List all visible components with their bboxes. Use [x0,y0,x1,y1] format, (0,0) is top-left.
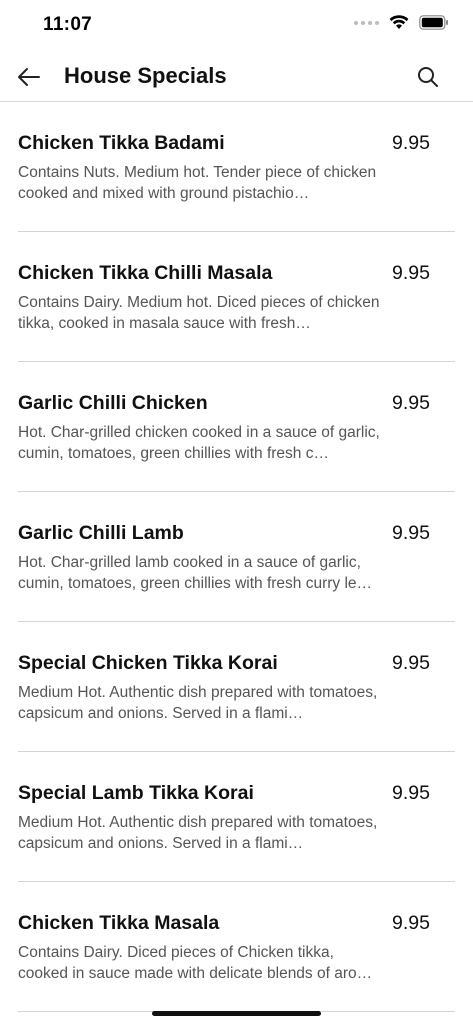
cellular-signal-icon [354,20,379,25]
item-price: 9.95 [392,912,430,934]
menu-item[interactable]: Garlic Chilli Lamb 9.95 Hot. Char-grille… [18,492,455,622]
item-price: 9.95 [392,262,430,284]
item-name: Garlic Chilli Lamb [18,522,184,544]
menu-item[interactable]: Garlic Chilli Chicken 9.95 Hot. Char-gri… [18,362,455,492]
item-name: Special Lamb Tikka Korai [18,782,254,804]
home-indicator[interactable] [152,1011,321,1016]
item-description: Hot. Char-grilled chicken cooked in a sa… [18,424,380,462]
item-name: Chicken Tikka Badami [18,132,225,154]
item-price: 9.95 [392,652,430,674]
battery-icon [419,15,449,30]
back-button[interactable] [14,62,44,92]
status-icons [354,15,449,30]
item-price: 9.95 [392,132,430,154]
item-price: 9.95 [392,392,430,414]
item-description: Contains Dairy. Medium hot. Diced pieces… [18,294,380,332]
item-name: Garlic Chilli Chicken [18,392,208,414]
menu-item[interactable]: Chicken Tikka Chilli Masala 9.95 Contain… [18,232,455,362]
item-name: Special Chicken Tikka Korai [18,652,278,674]
item-name: Chicken Tikka Chilli Masala [18,262,273,284]
item-description: Medium Hot. Authentic dish prepared with… [18,684,378,722]
menu-item[interactable]: Chicken Tikka Badami 9.95 Contains Nuts.… [18,102,455,232]
item-description: Contains Dairy. Diced pieces of Chicken … [18,944,373,982]
wifi-icon [389,15,409,30]
status-time: 11:07 [43,14,93,35]
item-price: 9.95 [392,522,430,544]
arrow-left-icon [18,68,40,86]
menu-item[interactable]: Chicken Tikka Masala 9.95 Contains Dairy… [18,882,455,1012]
menu-list: Chicken Tikka Badami 9.95 Contains Nuts.… [0,102,473,1012]
item-name: Chicken Tikka Masala [18,912,220,934]
status-bar: 11:07 [0,0,473,50]
search-button[interactable] [413,62,443,92]
page-title: House Specials [64,63,227,88]
item-description: Medium Hot. Authentic dish prepared with… [18,814,378,852]
nav-bar: House Specials [0,52,473,102]
menu-item[interactable]: Special Chicken Tikka Korai 9.95 Medium … [18,622,455,752]
item-description: Contains Nuts. Medium hot. Tender piece … [18,164,377,202]
item-description: Hot. Char-grilled lamb cooked in a sauce… [18,554,373,592]
item-price: 9.95 [392,782,430,804]
search-icon [418,67,438,87]
menu-item[interactable]: Special Lamb Tikka Korai 9.95 Medium Hot… [18,752,455,882]
